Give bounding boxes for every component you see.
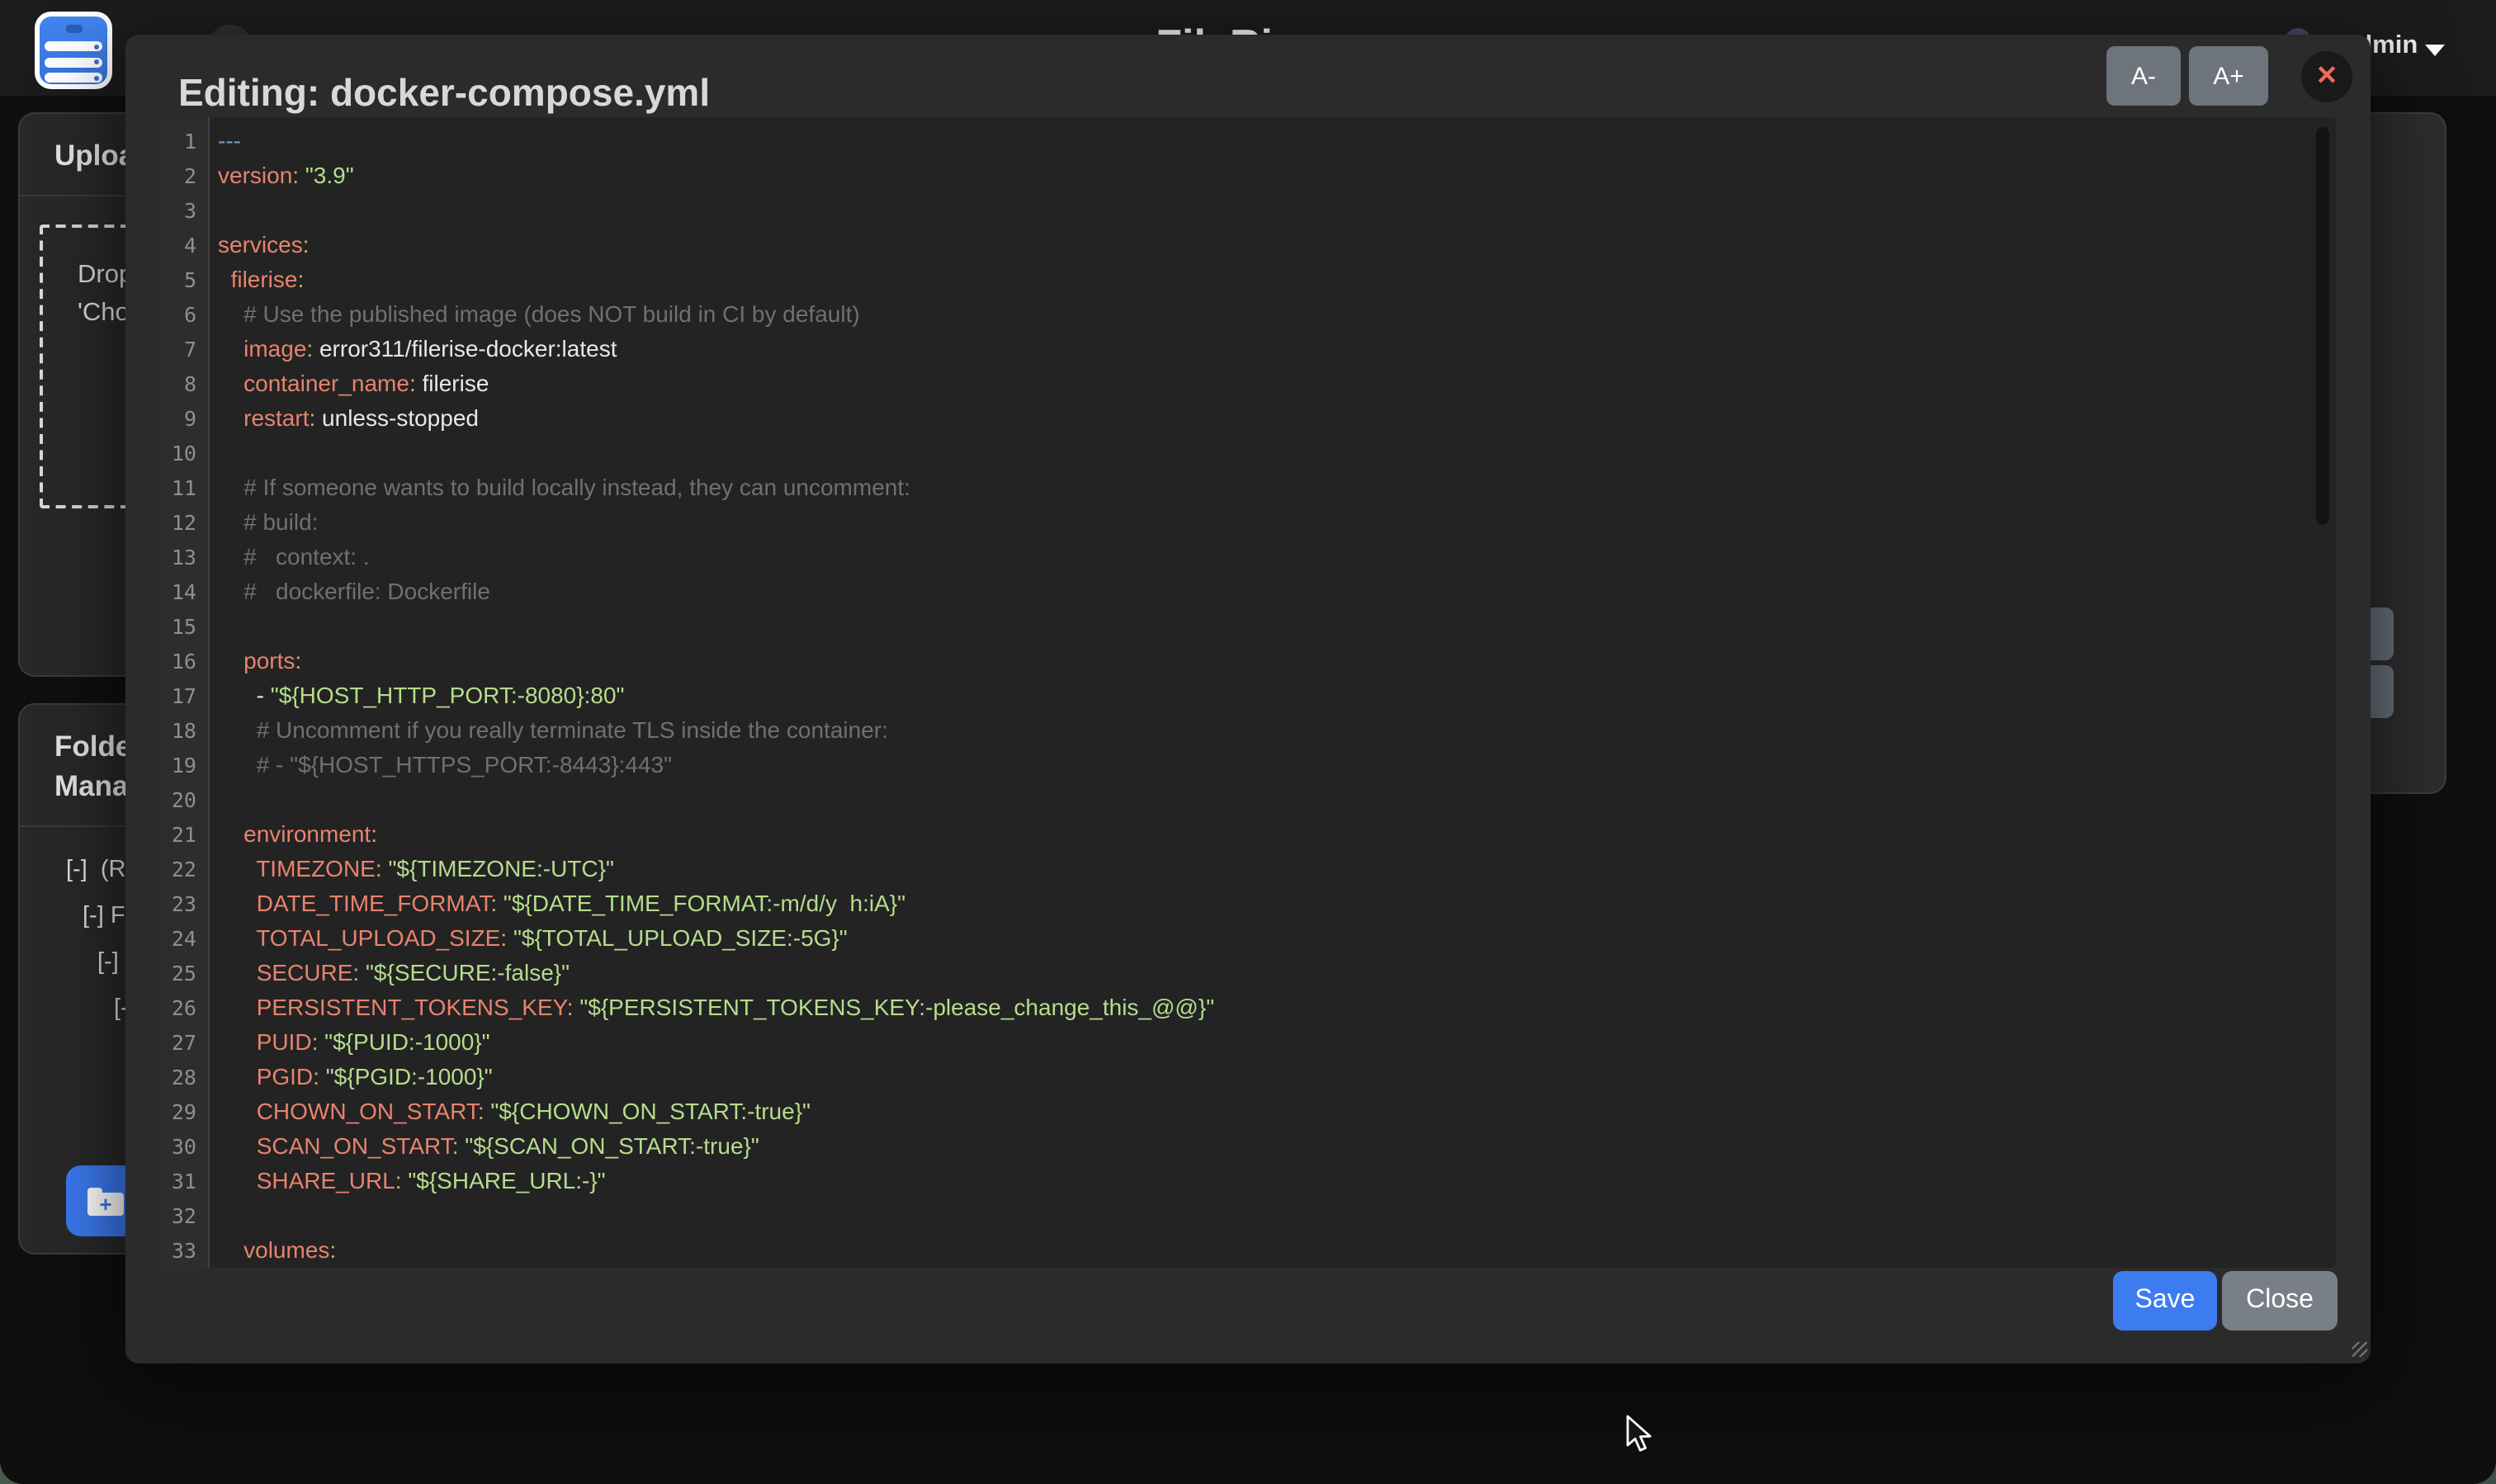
- code-line: [211, 436, 2313, 470]
- code-line: [211, 782, 2313, 817]
- line-number: 17: [158, 678, 208, 713]
- line-number: 6: [158, 297, 208, 332]
- edit-file-modal: Editing: docker-compose.yml A- A+ ✕ 1234…: [125, 35, 2371, 1363]
- code-line: container_name: filerise: [211, 366, 2313, 401]
- code-line: SECURE: "${SECURE:-false}": [211, 956, 2313, 990]
- line-number: 14: [158, 574, 208, 609]
- editor-scrollbar[interactable]: [2316, 127, 2329, 525]
- code-line: CHOWN_ON_START: "${CHOWN_ON_START:-true}…: [211, 1094, 2313, 1129]
- line-number: 31: [158, 1164, 208, 1198]
- modal-title: Editing: docker-compose.yml: [178, 71, 710, 116]
- code-line: volumes:: [211, 1233, 2313, 1268]
- line-number: 9: [158, 401, 208, 436]
- code-line: ports:: [211, 644, 2313, 678]
- code-line: [211, 609, 2313, 644]
- app-window: FileRise admin Upload Drop files here or…: [0, 0, 2496, 1484]
- save-button[interactable]: Save: [2113, 1271, 2217, 1330]
- code-line: PUID: "${PUID:-1000}": [211, 1025, 2313, 1060]
- line-number: 20: [158, 782, 208, 817]
- line-number: 10: [158, 436, 208, 470]
- code-line: # Uncomment if you really terminate TLS …: [211, 713, 2313, 748]
- code-line: DATE_TIME_FORMAT: "${DATE_TIME_FORMAT:-m…: [211, 886, 2313, 921]
- line-number: 27: [158, 1025, 208, 1060]
- line-number: 18: [158, 713, 208, 748]
- resize-handle[interactable]: [2352, 1342, 2367, 1357]
- code-line: filerise:: [211, 262, 2313, 297]
- line-number: 5: [158, 262, 208, 297]
- code-line: [211, 1198, 2313, 1233]
- code-line: [211, 193, 2313, 228]
- line-number: 2: [158, 158, 208, 193]
- mouse-cursor: [1624, 1415, 1654, 1454]
- line-number: 29: [158, 1094, 208, 1129]
- code-line: # dockerfile: Dockerfile: [211, 574, 2313, 609]
- line-number: 15: [158, 609, 208, 644]
- close-button[interactable]: Close: [2222, 1271, 2338, 1330]
- font-increase-button[interactable]: A+: [2189, 46, 2268, 106]
- filerise-logo-icon: [35, 12, 112, 89]
- close-icon[interactable]: ✕: [2301, 51, 2352, 102]
- line-number: 1: [158, 124, 208, 158]
- code-line: TIMEZONE: "${TIMEZONE:-UTC}": [211, 852, 2313, 886]
- chevron-down-icon[interactable]: [2425, 45, 2445, 56]
- line-number: 7: [158, 332, 208, 366]
- code-line: ---: [211, 124, 2313, 158]
- code-line: TOTAL_UPLOAD_SIZE: "${TOTAL_UPLOAD_SIZE:…: [211, 921, 2313, 956]
- line-number: 13: [158, 540, 208, 574]
- line-number: 16: [158, 644, 208, 678]
- code-line: PERSISTENT_TOKENS_KEY: "${PERSISTENT_TOK…: [211, 990, 2313, 1025]
- code-line: - "${HOST_HTTP_PORT:-8080}:80": [211, 678, 2313, 713]
- line-number: 30: [158, 1129, 208, 1164]
- code-line: restart: unless-stopped: [211, 401, 2313, 436]
- code-editor[interactable]: 1234567891011121314151617181920212223242…: [158, 117, 2336, 1268]
- line-number: 26: [158, 990, 208, 1025]
- folder-plus-icon: +: [87, 1187, 124, 1215]
- line-number: 32: [158, 1198, 208, 1233]
- line-number: 12: [158, 505, 208, 540]
- line-number: 3: [158, 193, 208, 228]
- line-number: 4: [158, 228, 208, 262]
- code-line: SCAN_ON_START: "${SCAN_ON_START:-true}": [211, 1129, 2313, 1164]
- desktop-wallpaper: FileRise admin Upload Drop files here or…: [0, 0, 2496, 1484]
- line-number: 19: [158, 748, 208, 782]
- code-line: # build:: [211, 505, 2313, 540]
- line-number: 23: [158, 886, 208, 921]
- line-number: 24: [158, 921, 208, 956]
- line-number: 21: [158, 817, 208, 852]
- line-number: 33: [158, 1233, 208, 1268]
- code-line: # Use the published image (does NOT buil…: [211, 297, 2313, 332]
- code-content: ---version: "3.9" services: filerise: # …: [211, 117, 2313, 1268]
- line-number: 25: [158, 956, 208, 990]
- code-line: SHARE_URL: "${SHARE_URL:-}": [211, 1164, 2313, 1198]
- code-line: version: "3.9": [211, 158, 2313, 193]
- line-number: 28: [158, 1060, 208, 1094]
- font-decrease-button[interactable]: A-: [2106, 46, 2181, 106]
- code-line: # - "${HOST_HTTPS_PORT:-8443}:443": [211, 748, 2313, 782]
- code-line: # context: .: [211, 540, 2313, 574]
- code-line: PGID: "${PGID:-1000}": [211, 1060, 2313, 1094]
- code-line: environment:: [211, 817, 2313, 852]
- code-line: services:: [211, 228, 2313, 262]
- code-line: image: error311/filerise-docker:latest: [211, 332, 2313, 366]
- line-number: 22: [158, 852, 208, 886]
- line-number: 11: [158, 470, 208, 505]
- line-number-gutter: 1234567891011121314151617181920212223242…: [158, 117, 210, 1268]
- code-line: # If someone wants to build locally inst…: [211, 470, 2313, 505]
- line-number: 8: [158, 366, 208, 401]
